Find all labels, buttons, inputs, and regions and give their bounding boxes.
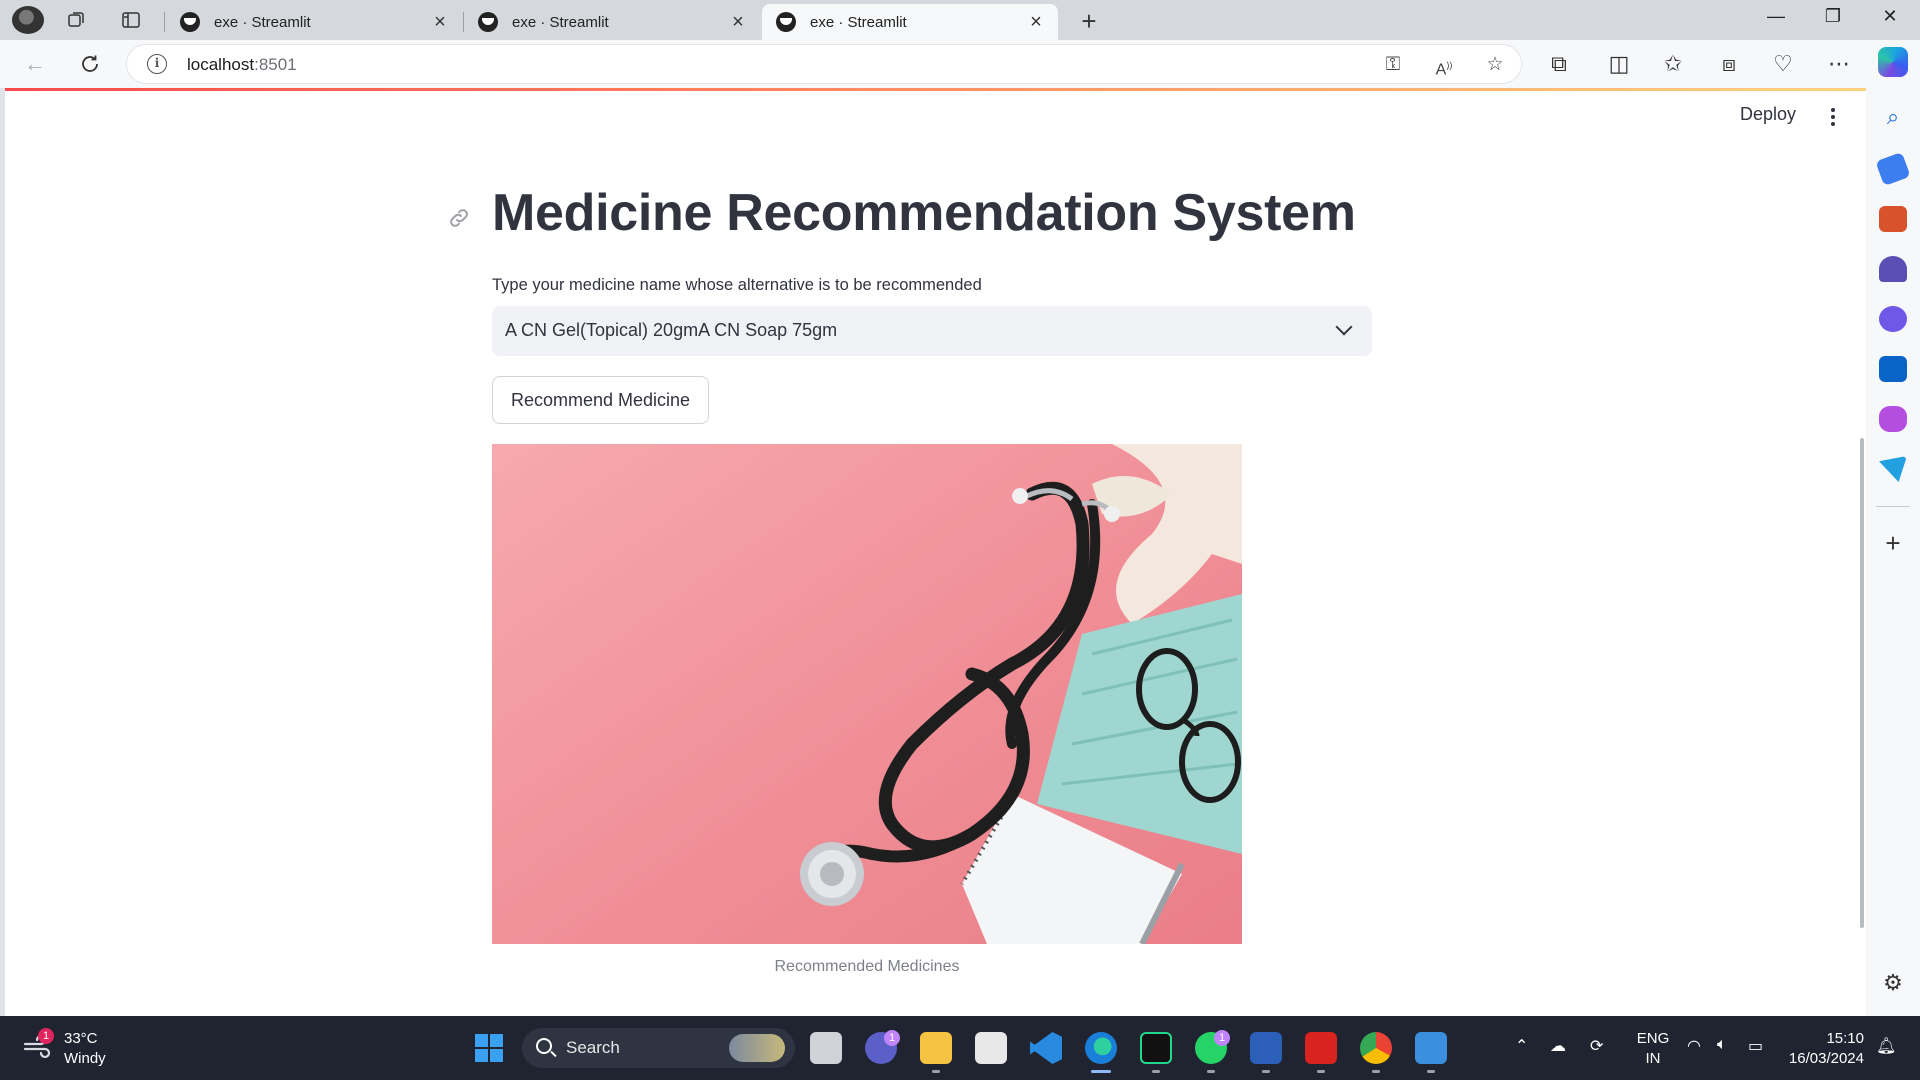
close-window-icon[interactable]: ✕ bbox=[1862, 6, 1918, 34]
vscode-icon[interactable] bbox=[1030, 1032, 1062, 1064]
shopping-tag-icon[interactable] bbox=[1875, 151, 1911, 187]
collections-icon[interactable]: ⧈ bbox=[1714, 50, 1744, 78]
new-tab-button[interactable]: + bbox=[1074, 6, 1104, 37]
select-label: Type your medicine name whose alternativ… bbox=[492, 276, 982, 294]
settings-gear-icon[interactable]: ⚙ bbox=[1879, 970, 1907, 996]
weather-badge: 1 bbox=[38, 1028, 54, 1044]
streamlit-favicon-icon bbox=[180, 12, 200, 32]
edge-sidebar: ⌕ + ⚙ bbox=[1866, 88, 1920, 1016]
battery-icon[interactable]: ▭ bbox=[1748, 1036, 1763, 1056]
browser-tab-active[interactable]: exe · Streamlit × bbox=[762, 4, 1058, 40]
back-arrow-icon[interactable]: ← bbox=[20, 50, 50, 78]
streamlit-favicon-icon bbox=[776, 12, 796, 32]
teams-badge: 1 bbox=[884, 1030, 900, 1046]
link-anchor-icon[interactable] bbox=[447, 206, 471, 230]
streamlit-favicon-icon bbox=[478, 12, 498, 32]
search-icon bbox=[536, 1038, 552, 1054]
main-menu-icon[interactable] bbox=[1831, 108, 1835, 126]
scrollbar[interactable] bbox=[1860, 438, 1864, 928]
deploy-button[interactable]: Deploy bbox=[1740, 104, 1796, 125]
notepad-icon[interactable] bbox=[1415, 1032, 1447, 1064]
browser-tab[interactable]: exe · Streamlit × bbox=[166, 4, 462, 40]
page-title: Medicine Recommendation System bbox=[492, 184, 1356, 242]
task-view-icon[interactable] bbox=[810, 1032, 842, 1064]
minimize-icon[interactable]: — bbox=[1748, 6, 1804, 34]
region-code: IN bbox=[1645, 1050, 1661, 1067]
select-value: A CN Gel(Topical) 20gmA CN Soap 75gm bbox=[505, 320, 838, 340]
favorites-icon[interactable]: ✩ bbox=[1658, 50, 1688, 78]
input-language[interactable]: ENG IN bbox=[1636, 1029, 1670, 1069]
favorite-star-icon[interactable]: ☆ bbox=[1482, 52, 1508, 78]
weather-text[interactable]: 33°C Windy bbox=[64, 1029, 106, 1069]
edge-browser-icon[interactable] bbox=[1085, 1032, 1117, 1064]
chrome-icon[interactable] bbox=[1360, 1032, 1392, 1064]
whatsapp-badge: 1 bbox=[1214, 1030, 1230, 1046]
weather-temp: 33°C bbox=[64, 1030, 98, 1047]
restore-icon[interactable]: ❐ bbox=[1805, 6, 1861, 34]
address-bar[interactable]: i localhost:8501 ⚿ A)) ☆ bbox=[126, 44, 1522, 84]
clock-date: 16/03/2024 bbox=[1788, 1050, 1864, 1067]
browser-tab-strip: exe · Streamlit × exe · Streamlit × exe … bbox=[0, 0, 1920, 40]
streamlit-decoration-bar bbox=[5, 88, 1866, 91]
more-options-icon[interactable]: ⋯ bbox=[1824, 50, 1854, 78]
search-highlight-icon bbox=[729, 1034, 785, 1062]
browser-tab[interactable]: exe · Streamlit × bbox=[464, 4, 760, 40]
browser-toolbar: ← i localhost:8501 ⚿ A)) ☆ ⧉ ◫ ✩ ⧈ ♡ ⋯ bbox=[0, 40, 1920, 88]
file-explorer-icon[interactable] bbox=[920, 1032, 952, 1064]
profile-avatar[interactable] bbox=[12, 6, 44, 34]
show-hidden-icons-icon[interactable]: ⌃ bbox=[1515, 1036, 1528, 1056]
onedrive-cloud-icon[interactable]: ☁ bbox=[1550, 1036, 1566, 1056]
windows-start-icon[interactable] bbox=[473, 1032, 505, 1064]
sync-icon[interactable]: ⟳ bbox=[1590, 1036, 1603, 1056]
workspaces-icon[interactable] bbox=[63, 8, 89, 32]
recommend-medicine-button[interactable]: Recommend Medicine bbox=[492, 376, 709, 424]
acrobat-icon[interactable] bbox=[1305, 1032, 1337, 1064]
chevron-down-icon[interactable] bbox=[1335, 318, 1353, 336]
games-icon[interactable] bbox=[1879, 256, 1907, 282]
pycharm-icon[interactable] bbox=[1140, 1032, 1172, 1064]
designer-icon[interactable] bbox=[1879, 406, 1907, 432]
microsoft-store-icon[interactable] bbox=[975, 1032, 1007, 1064]
wifi-icon[interactable]: ◠ bbox=[1687, 1036, 1701, 1056]
stethoscope-image bbox=[492, 444, 1242, 944]
page-viewport: Deploy Medicine Recommendation System Ty… bbox=[5, 88, 1866, 1016]
refresh-icon[interactable] bbox=[75, 50, 105, 78]
browser-essentials-icon[interactable]: ♡ bbox=[1768, 50, 1798, 78]
extensions-icon[interactable]: ⧉ bbox=[1544, 50, 1574, 78]
site-info-icon[interactable]: i bbox=[147, 54, 167, 74]
lang-code: ENG bbox=[1636, 1030, 1670, 1047]
taskbar-search[interactable]: Search bbox=[522, 1028, 795, 1068]
search-label: Search bbox=[566, 1038, 620, 1057]
address-url[interactable]: localhost:8501 bbox=[187, 55, 297, 75]
outlook-icon[interactable] bbox=[1879, 356, 1907, 382]
taskbar-clock[interactable]: 15:10 16/03/2024 bbox=[1788, 1029, 1864, 1069]
split-screen-icon[interactable]: ◫ bbox=[1604, 50, 1634, 78]
key-icon[interactable]: ⚿ bbox=[1380, 52, 1406, 78]
tab-title: exe · Streamlit bbox=[810, 13, 907, 31]
tab-title: exe · Streamlit bbox=[512, 13, 609, 31]
weather-condition: Windy bbox=[64, 1050, 106, 1067]
clock-time: 15:10 bbox=[1826, 1030, 1864, 1047]
image-caption: Recommended Medicines bbox=[774, 958, 960, 975]
vertical-tabs-icon[interactable] bbox=[118, 8, 144, 32]
microsoft-365-icon[interactable] bbox=[1879, 306, 1907, 332]
search-icon[interactable]: ⌕ bbox=[1879, 104, 1907, 130]
medicine-select[interactable]: A CN Gel(Topical) 20gmA CN Soap 75gm bbox=[492, 306, 1372, 356]
volume-icon[interactable]: 🔈︎ bbox=[1717, 1036, 1727, 1054]
read-aloud-icon[interactable]: A)) bbox=[1431, 52, 1457, 78]
windows-taskbar: 1 33°C Windy Search 1 1 ⌃ ☁ ⟳ ENG IN ◠ 🔈… bbox=[0, 1016, 1920, 1080]
copilot-icon[interactable] bbox=[1878, 47, 1908, 77]
tab-close-icon[interactable]: × bbox=[726, 11, 750, 34]
add-sidebar-app-icon[interactable]: + bbox=[1879, 528, 1907, 558]
tab-close-icon[interactable]: × bbox=[428, 11, 452, 34]
tab-close-icon[interactable]: × bbox=[1024, 11, 1048, 34]
word-icon[interactable] bbox=[1250, 1032, 1282, 1064]
tools-icon[interactable] bbox=[1879, 206, 1907, 232]
notification-bell-icon[interactable]: 🔔︎ bbox=[1876, 1036, 1896, 1056]
tab-title: exe · Streamlit bbox=[214, 13, 311, 31]
send-icon[interactable] bbox=[1879, 456, 1907, 482]
